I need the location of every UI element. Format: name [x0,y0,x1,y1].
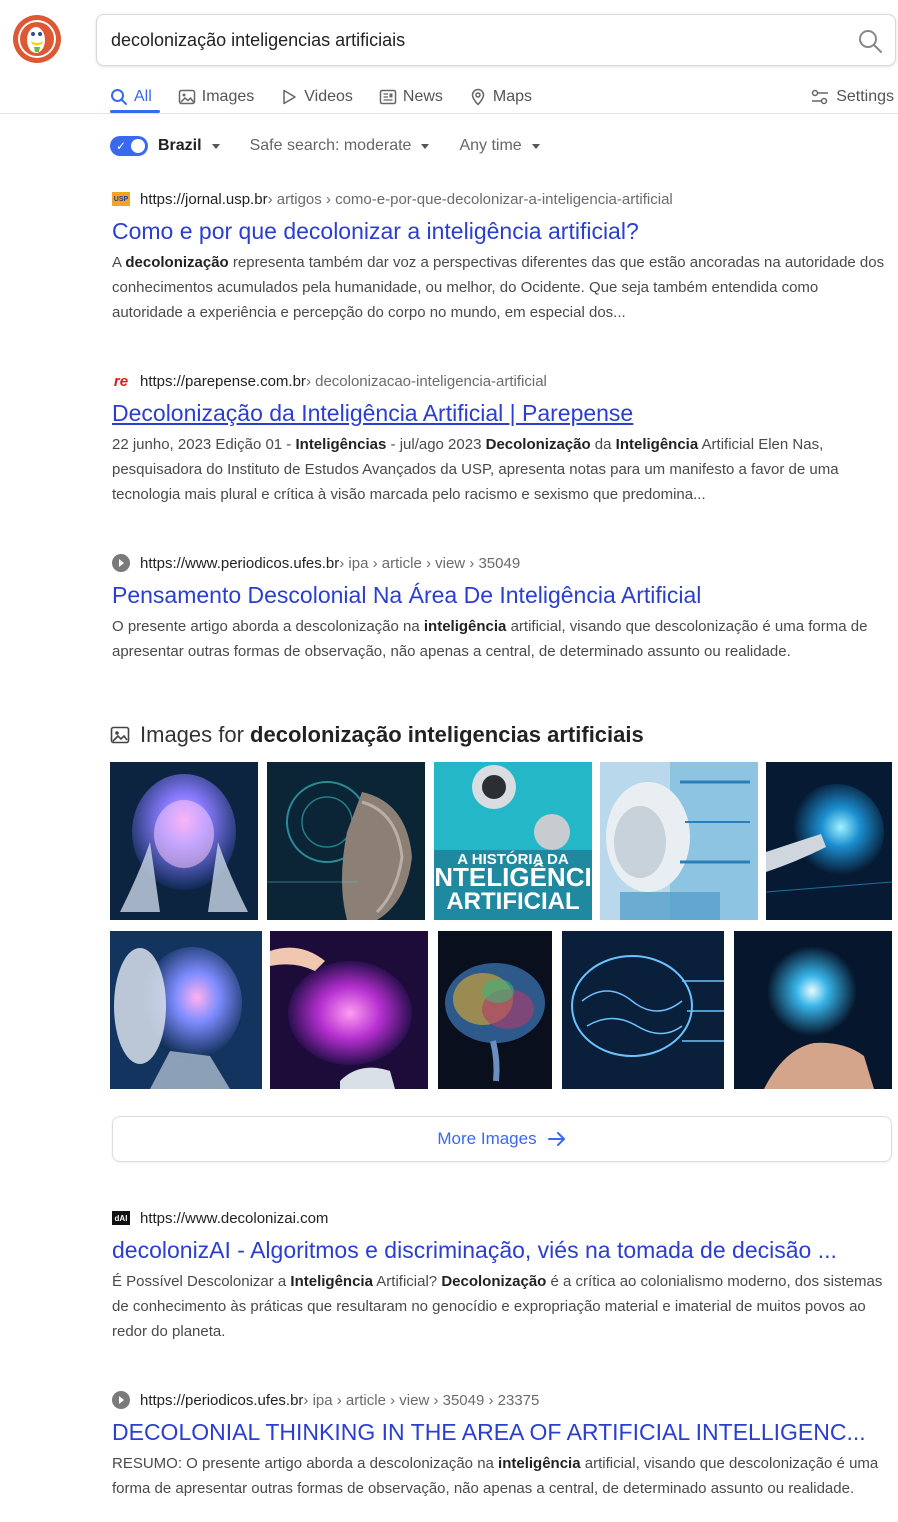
image-thumbnail[interactable] [766,762,892,920]
more-images-button[interactable]: More Images [112,1116,892,1162]
arrow-right-icon [547,1132,565,1146]
result-domain: https://www.periodicos.ufes.br [140,554,340,572]
result-url[interactable]: dAI https://www.decolonizai.com [112,1207,892,1229]
check-icon: ✓ [116,139,127,153]
image-thumbnail[interactable] [600,762,758,920]
result-url[interactable]: https://www.periodicos.ufes.br › ipa › a… [112,552,892,574]
chevron-down-icon [531,143,540,149]
region-toggle[interactable]: ✓ [110,136,148,156]
result-snippet: RESUMO: O presente artigo aborda a desco… [112,1455,879,1497]
search-result: https://www.periodicos.ufes.br › ipa › a… [112,552,892,689]
result-title-link[interactable]: Pensamento Descolonial Na Área De Inteli… [112,580,892,610]
result-title-link[interactable]: decolonizAI - Algoritmos e discriminação… [112,1235,892,1265]
result-domain: https://parepense.com.br [140,372,306,390]
search-icon[interactable] [857,28,883,54]
decolonizai-favicon-icon: dAI [112,1211,130,1225]
search-result: https://periodicos.ufes.br › ipa › artic… [112,1389,892,1522]
globe-favicon-icon [112,1391,130,1409]
result-path: › ipa › article › view › 35049 [339,554,521,572]
tab-label: News [402,88,443,105]
images-heading-prefix: Images for [140,722,251,747]
header-divider [0,113,898,114]
search-filters: ✓ Brazil Safe search: moderate Any time [110,132,570,160]
result-snippet: O presente artigo aborda a descolonizaçã… [112,618,868,660]
tab-news[interactable]: News [379,82,443,112]
region-filter[interactable]: Brazil [158,137,220,155]
parepense-favicon-icon: re [113,372,129,390]
result-path: › decolonizacao-inteligencia-artificial [305,372,547,390]
duckduckgo-logo[interactable] [12,14,62,64]
safe-search-label: Safe search: moderate [249,137,412,154]
result-domain: https://jornal.usp.br [140,190,268,208]
image-thumbnail[interactable] [270,931,428,1089]
chevron-down-icon [211,143,220,149]
image-thumbnail[interactable] [562,931,724,1089]
search-tabs: All Images Videos News Maps Settings [110,82,896,112]
search-input[interactable] [111,29,831,51]
settings-label: Settings [836,88,894,105]
result-path: › artigos › como-e-por-que-decolonizar-a… [267,190,673,208]
result-url[interactable]: re https://parepense.com.br › decoloniza… [112,370,892,392]
result-url[interactable]: https://periodicos.ufes.br › ipa › artic… [112,1389,892,1411]
tab-label: Maps [492,88,533,105]
chevron-down-icon [421,143,430,149]
search-result: USP https://jornal.usp.br › artigos › co… [112,188,892,325]
tab-label: Videos [304,88,353,105]
time-filter[interactable]: Any time [459,137,540,155]
tab-label: Images [201,88,255,105]
play-icon [283,89,296,105]
map-pin-icon [471,88,485,106]
image-thumbnail[interactable] [438,931,552,1089]
tab-videos[interactable]: Videos [280,82,353,112]
image-thumbnail[interactable] [734,931,892,1089]
tab-images[interactable]: Images [178,82,254,112]
settings-button[interactable]: Settings [810,82,894,112]
settings-sliders-icon [811,89,829,105]
region-label: Brazil [158,137,202,154]
result-domain: https://www.decolonizai.com [140,1209,329,1227]
images-module-heading[interactable]: Images for decolonização inteligencias a… [110,722,644,748]
search-result: dAI https://www.decolonizai.com decoloni… [112,1207,892,1344]
search-result: re https://parepense.com.br › decoloniza… [112,370,892,507]
usp-favicon-icon: USP [112,192,130,206]
globe-favicon-icon [112,554,130,572]
newspaper-icon [379,89,397,105]
image-icon [178,89,196,105]
result-path: › ipa › article › view › 35049 › 23375 [303,1391,540,1409]
image-thumbnail[interactable] [267,762,425,920]
tab-maps[interactable]: Maps [469,82,532,112]
result-url[interactable]: USP https://jornal.usp.br › artigos › co… [112,188,892,210]
image-thumbnail[interactable] [110,762,258,920]
thumb-caption-3: ARTIFICIAL [446,888,579,915]
time-label: Any time [459,137,522,154]
result-snippet: A decolonização representa também dar vo… [112,254,885,321]
images-heading-query: decolonização inteligencias artificiais [250,722,644,747]
result-snippet: É Possível Descolonizar a Inteligência A… [112,1273,883,1340]
result-domain: https://periodicos.ufes.br [140,1391,304,1409]
result-title-link[interactable]: Como e por que decolonizar a inteligênci… [112,216,892,246]
tab-all[interactable]: All [110,82,152,112]
image-thumbnail[interactable] [110,931,262,1089]
result-title-link[interactable]: Decolonização da Inteligência Artificial… [112,398,892,428]
result-title-link[interactable]: DECOLONIAL THINKING IN THE AREA OF ARTIF… [112,1417,892,1447]
search-icon [111,89,127,105]
more-images-label: More Images [437,1129,537,1148]
search-box[interactable] [96,14,896,66]
image-icon [110,726,130,744]
image-thumbnail[interactable]: A HISTÓRIA DA NTELIGÊNCI ARTIFICIAL [434,762,592,920]
tab-label: All [134,88,152,105]
result-snippet: 22 junho, 2023 Edição 01 - Inteligências… [112,436,839,503]
safe-search-filter[interactable]: Safe search: moderate [250,137,430,155]
